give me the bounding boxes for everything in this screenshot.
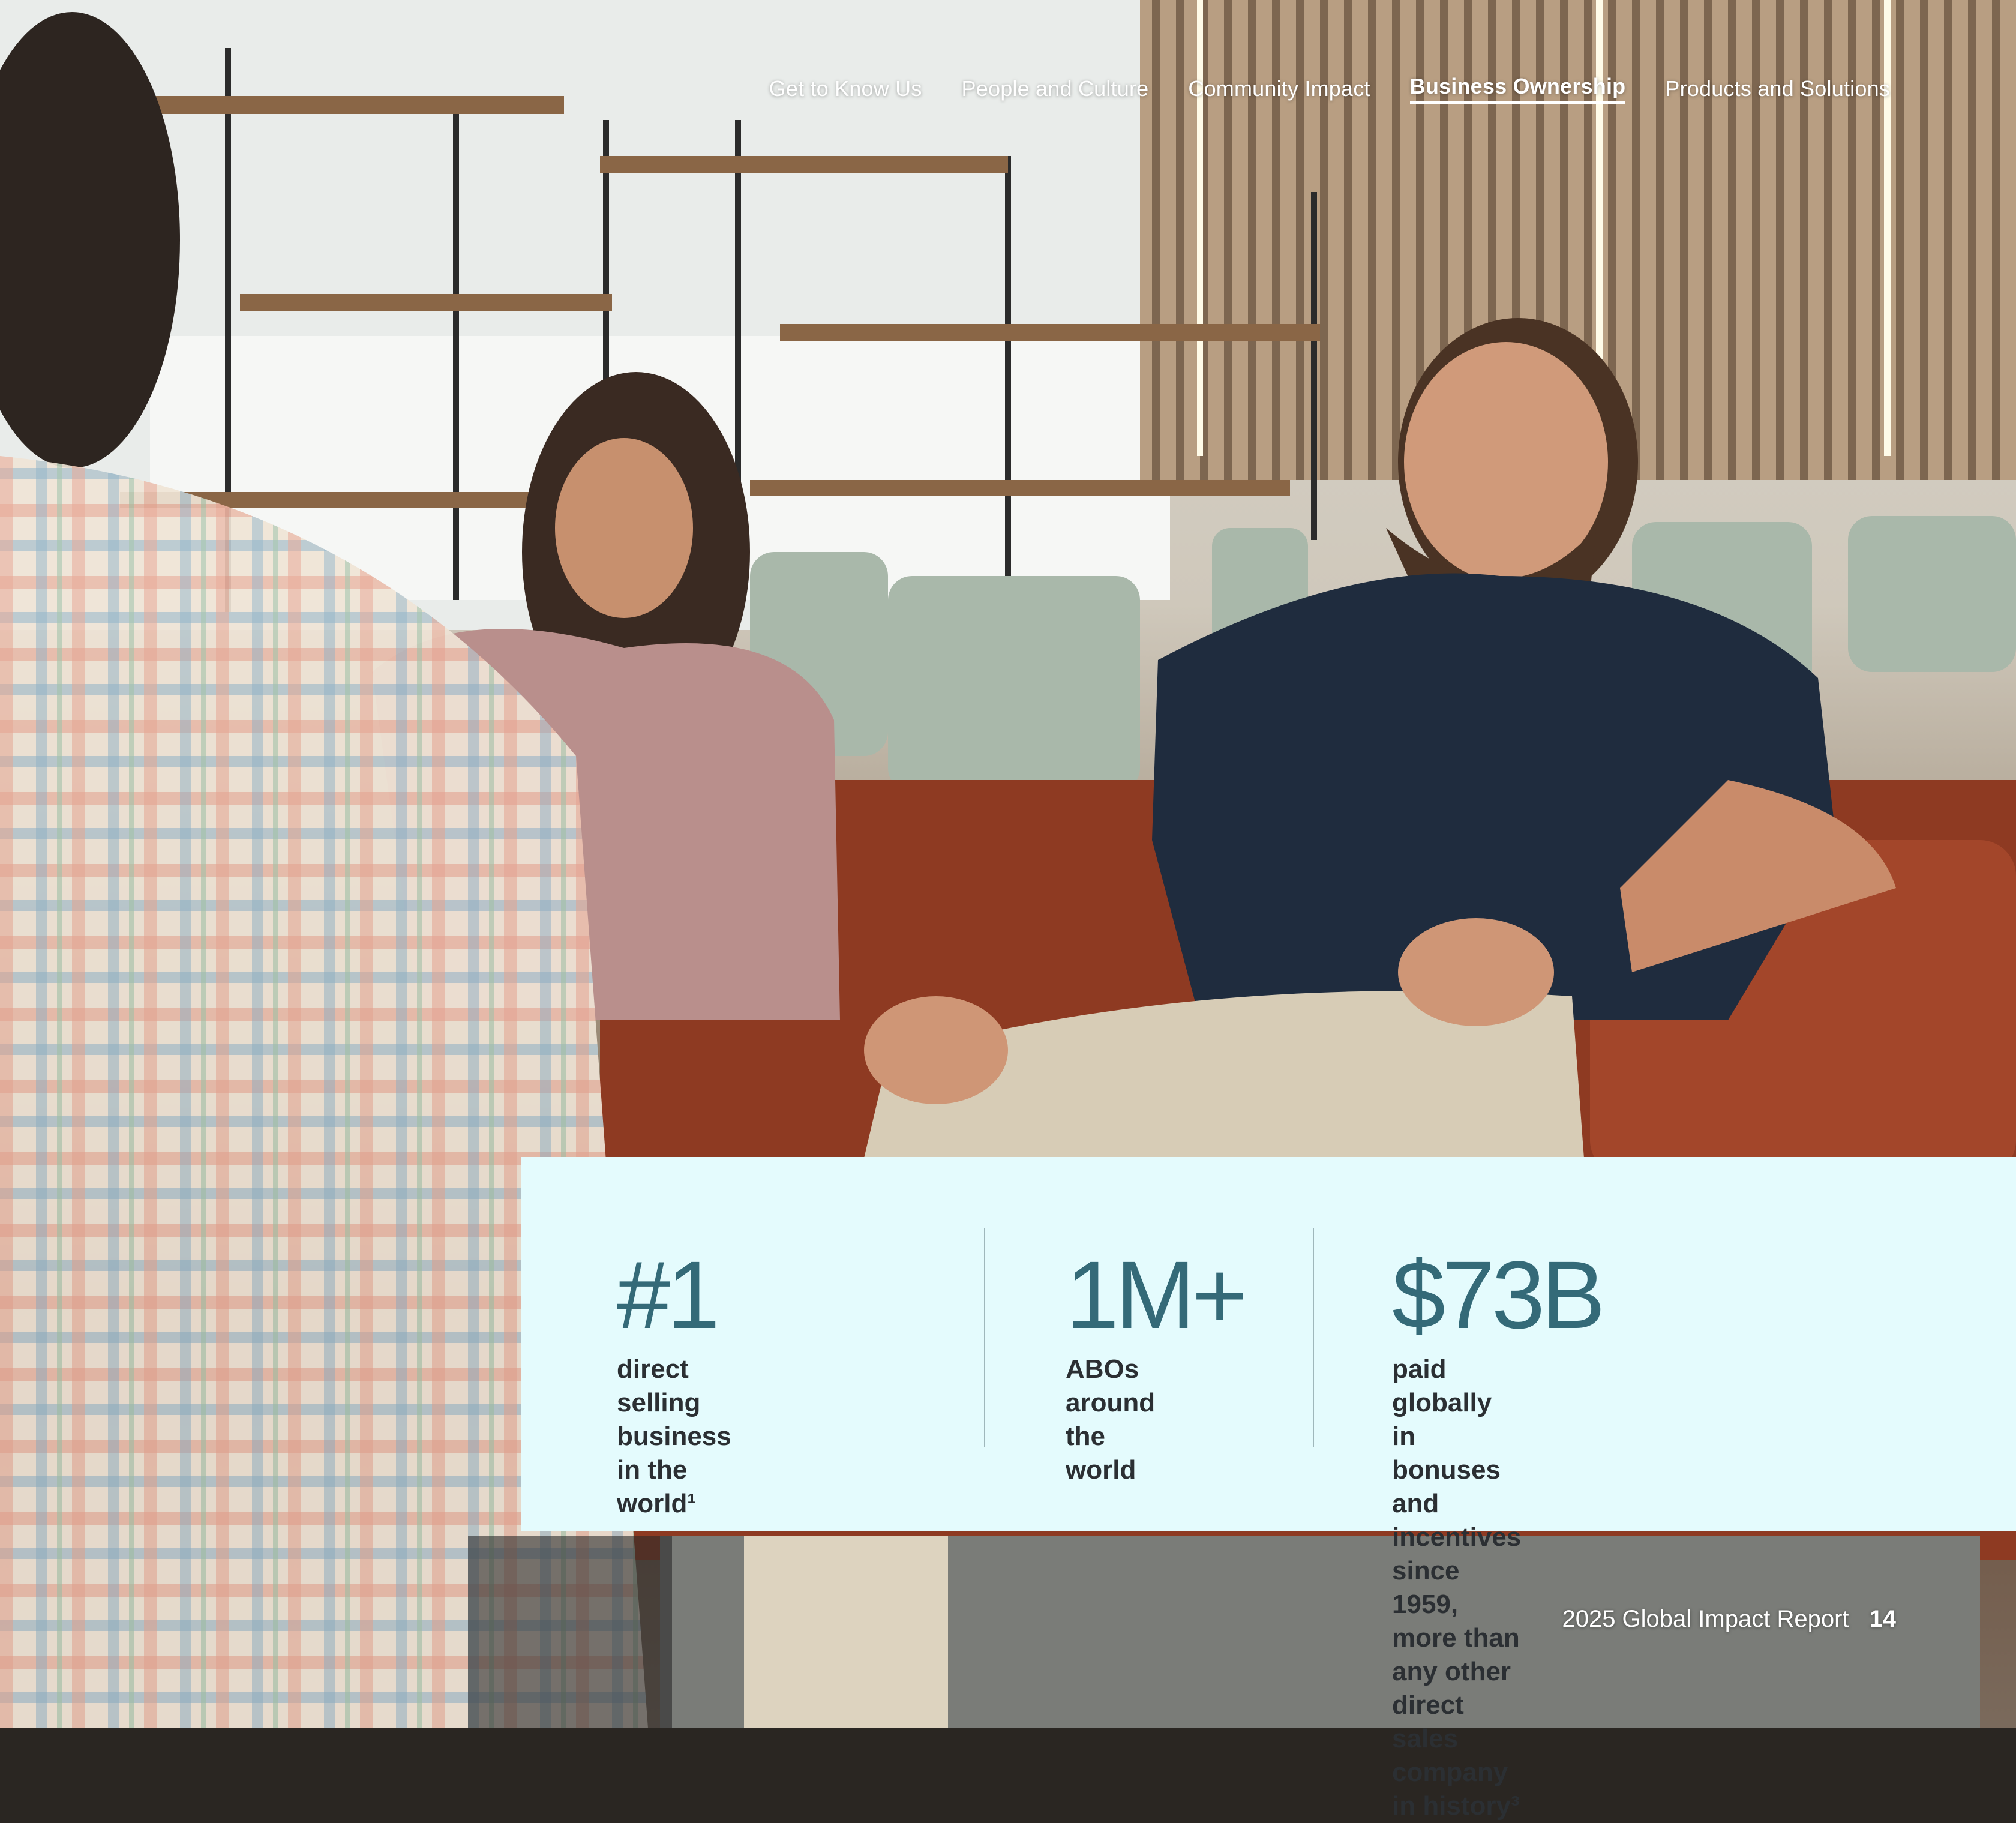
nav-get-to-know-us[interactable]: Get to Know Us — [769, 76, 922, 101]
stat-value: 1M+ — [1066, 1241, 1248, 1348]
nav-community-impact[interactable]: Community Impact — [1188, 76, 1370, 101]
stats-panel: #1 direct selling business in the world¹… — [521, 1157, 2016, 1821]
page-footer: 2025 Global Impact Report 14 — [1562, 1606, 1896, 1633]
stat-value: #1 — [617, 1241, 720, 1348]
report-title: 2025 Global Impact Report — [1562, 1606, 1849, 1632]
stat-description: paid globally in bonuses and incentives … — [1392, 1354, 1522, 1821]
nav-people-and-culture[interactable]: People and Culture — [962, 76, 1149, 101]
page-number: 14 — [1869, 1606, 1897, 1632]
section-nav: Get to Know Us People and Culture Commun… — [769, 71, 1890, 107]
stat-description: ABOs around the world — [1066, 1354, 1156, 1485]
nav-products-and-solutions[interactable]: Products and Solutions — [1665, 76, 1890, 101]
stat-value: $73B — [1392, 1241, 1606, 1348]
stat-divider — [1313, 1228, 1314, 1447]
nav-business-ownership[interactable]: Business Ownership — [1409, 74, 1626, 104]
stat-divider — [984, 1228, 985, 1447]
stat-description: direct selling business in the world¹ — [617, 1354, 731, 1518]
